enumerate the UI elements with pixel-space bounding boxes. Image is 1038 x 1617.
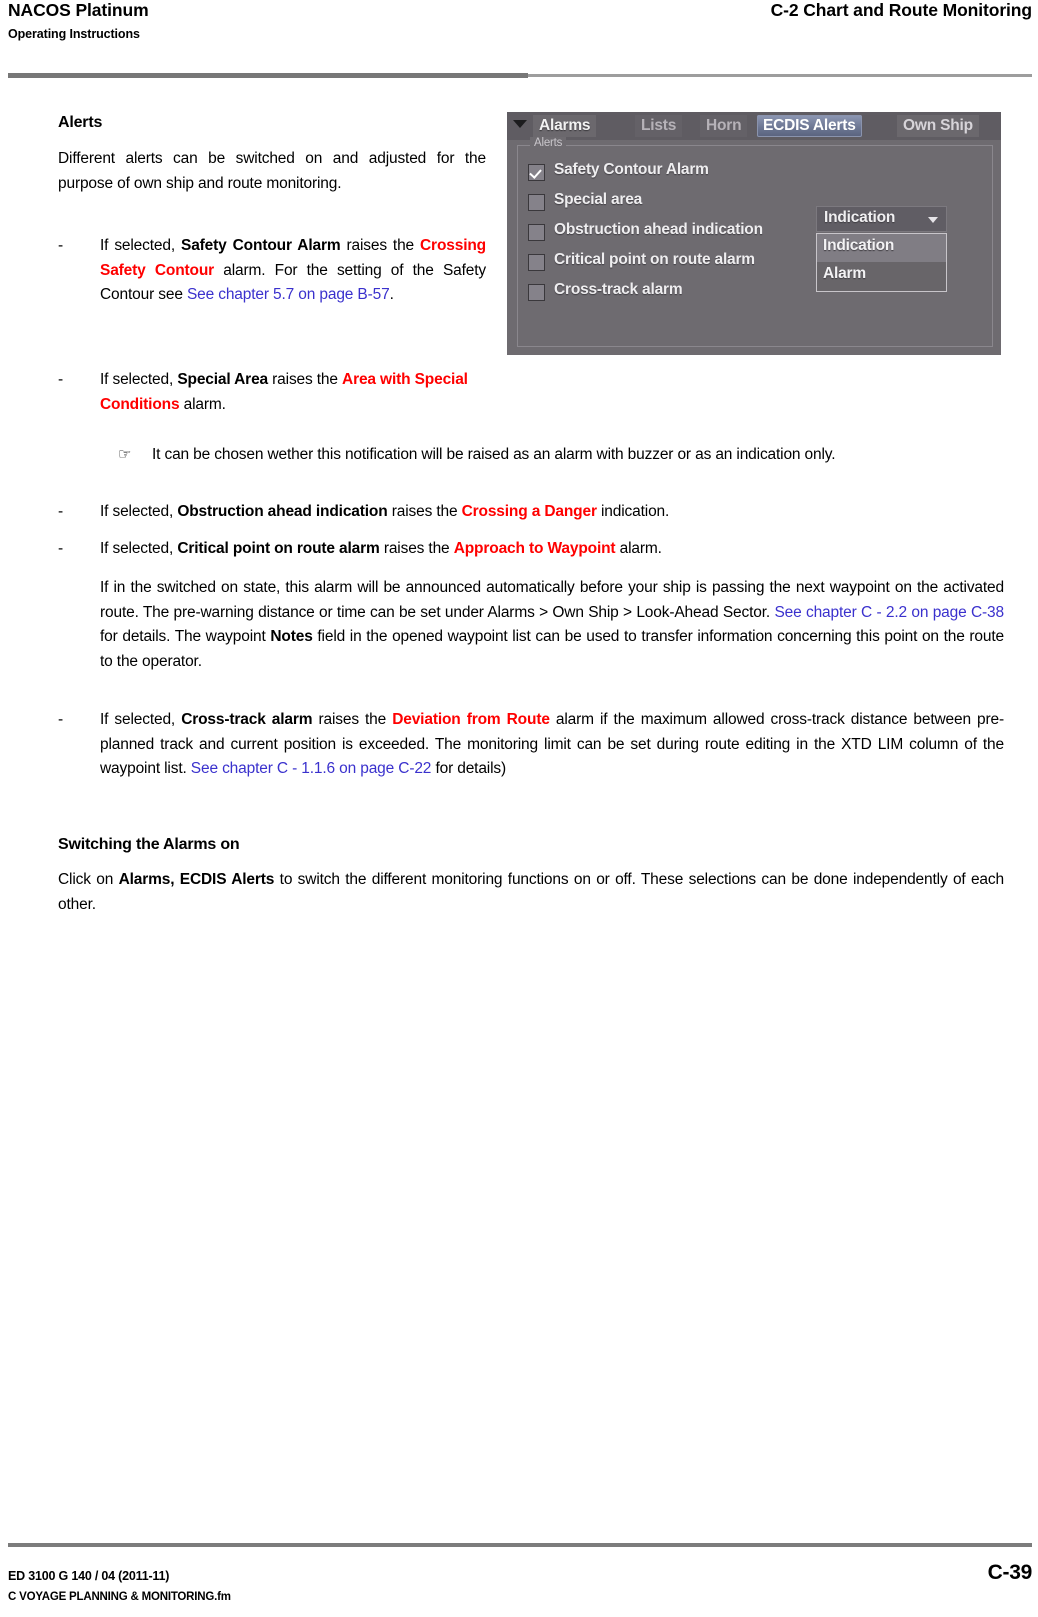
bullet3-text-2: raises the bbox=[387, 503, 462, 520]
switching-term-alarms-ecdis-alerts: Alarms, ECDIS Alerts bbox=[118, 871, 275, 888]
dropdown-arrow-icon[interactable] bbox=[513, 120, 527, 128]
bullet-marker: - bbox=[58, 503, 64, 520]
page-number: C-39 bbox=[987, 1561, 1033, 1584]
bullet3-text-1: If selected, bbox=[100, 503, 178, 520]
bullet-marker: - bbox=[58, 540, 64, 557]
dropdown-option-indication[interactable]: Indication bbox=[817, 234, 946, 262]
screenshot-tab-bar: Alarms Lists Horn ECDIS Alerts Own Ship bbox=[507, 112, 1001, 140]
waypoint-term-notes: Notes bbox=[270, 628, 313, 645]
pointing-hand-icon: ☞ bbox=[118, 446, 132, 463]
bullet2-term-special-area: Special Area bbox=[177, 371, 269, 388]
checkbox-safety-contour-alarm[interactable] bbox=[528, 164, 545, 181]
document-id: ED 3100 G 140 / 04 (2011-11) bbox=[8, 1569, 170, 1583]
bullet1-text-1: If selected, bbox=[100, 237, 182, 254]
footer-divider bbox=[8, 1543, 1032, 1547]
checkbox-label-safety-contour-alarm: Safety Contour Alarm bbox=[554, 161, 709, 178]
switching-text-1: Click on bbox=[58, 871, 119, 888]
checkbox-cross-track-alarm[interactable] bbox=[528, 284, 545, 301]
bullet-item-obstruction-ahead: If selected, Obstruction ahead indicatio… bbox=[100, 500, 1004, 525]
intro-paragraph: Different alerts can be switched on and … bbox=[58, 150, 486, 192]
page-footer: ED 3100 G 140 / 04 (2011-11) C VOYAGE PL… bbox=[0, 1527, 1038, 1617]
document-subtitle: Operating Instructions bbox=[8, 27, 140, 41]
bullet2-text-1: If selected, bbox=[100, 371, 178, 388]
bullet5-alarm-deviation-from-route: Deviation from Route bbox=[392, 711, 550, 728]
bullet3-text-3: indication. bbox=[596, 503, 670, 520]
header-divider-dark-segment bbox=[8, 73, 528, 78]
alerts-group-legend: Alerts bbox=[530, 137, 567, 149]
bullet1-xref-chapter-5-7[interactable]: See chapter 5.7 on page B-57 bbox=[187, 286, 390, 303]
dropdown-option-alarm[interactable]: Alarm bbox=[817, 262, 946, 290]
ecdis-alerts-screenshot: Alarms Lists Horn ECDIS Alerts Own Ship … bbox=[507, 112, 1001, 355]
indication-dropdown[interactable]: Indication bbox=[816, 206, 947, 232]
bullet5-term-cross-track-alarm: Cross-track alarm bbox=[181, 711, 313, 728]
bullet1-text-4: . bbox=[389, 286, 394, 303]
bullet4-alarm-approach-to-waypoint: Approach to Waypoint bbox=[453, 540, 616, 557]
chevron-down-icon[interactable] bbox=[928, 217, 938, 223]
bullet5-xref-chapter-c-1-1-6[interactable]: See chapter C - 1.1.6 on page C-22 bbox=[191, 760, 432, 777]
bullet2-text-3: alarm. bbox=[179, 395, 226, 413]
paragraph-switching-alarms: Click on Alarms, ECDIS Alerts to switch … bbox=[58, 868, 1004, 917]
checkbox-special-area[interactable] bbox=[528, 194, 545, 211]
checkbox-label-special-area: Special area bbox=[554, 191, 643, 208]
checkbox-label-critical-point-on-route-alarm: Critical point on route alarm bbox=[554, 251, 755, 268]
bullet5-text-4: for details) bbox=[431, 760, 506, 777]
checkbox-critical-point-on-route-alarm[interactable] bbox=[528, 254, 545, 271]
bullet-item-special-area: If selected, Special Area raises the Are… bbox=[100, 368, 500, 417]
header-divider bbox=[8, 73, 1032, 78]
bullet-marker: - bbox=[58, 371, 64, 388]
bullet4-text-3: alarm. bbox=[615, 540, 662, 557]
switching-alarms-heading: Switching the Alarms on bbox=[58, 836, 240, 853]
bullet-item-critical-point: If selected, Critical point on route ala… bbox=[100, 537, 1004, 562]
bullet1-term-safety-contour-alarm: Safety Contour Alarm bbox=[181, 237, 341, 254]
checkbox-label-obstruction-ahead-indication: Obstruction ahead indication bbox=[554, 221, 763, 238]
bullet5-text-2: raises the bbox=[312, 711, 393, 728]
bullet1-text-2: raises the bbox=[340, 237, 421, 254]
bullet4-text-2: raises the bbox=[379, 540, 454, 557]
header-divider-light-segment bbox=[528, 74, 1032, 77]
tab-lists[interactable]: Lists bbox=[635, 115, 683, 137]
tab-alarms[interactable]: Alarms bbox=[533, 115, 597, 137]
bullet-item-cross-track-alarm: If selected, Cross-track alarm raises th… bbox=[100, 708, 1004, 782]
checkbox-label-cross-track-alarm: Cross-track alarm bbox=[554, 281, 683, 298]
note-indication-or-alarm: It can be chosen wether this notificatio… bbox=[152, 446, 836, 463]
chapter-title: C-2 Chart and Route Monitoring bbox=[770, 0, 1033, 20]
bullet-marker: - bbox=[58, 237, 64, 254]
bullet4-text-1: If selected, bbox=[100, 540, 178, 557]
bullet4-term-critical-point-on-route-alarm: Critical point on route alarm bbox=[177, 540, 380, 557]
bullet-item-safety-contour: If selected, Safety Contour Alarm raises… bbox=[100, 234, 486, 308]
alerts-heading: Alerts bbox=[58, 114, 103, 131]
bullet3-term-obstruction-ahead-indication: Obstruction ahead indication bbox=[177, 503, 388, 520]
waypoint-xref-chapter-c-2-2[interactable]: See chapter C - 2.2 on page C-38 bbox=[774, 604, 1004, 621]
waypoint-text-2: for details. The waypoint bbox=[100, 628, 271, 645]
product-title: NACOS Platinum bbox=[8, 0, 149, 20]
checkbox-obstruction-ahead-indication[interactable] bbox=[528, 224, 545, 241]
tab-own-ship[interactable]: Own Ship bbox=[897, 115, 979, 137]
paragraph-waypoint-details: If in the switched on state, this alarm … bbox=[100, 576, 1004, 674]
page-header: NACOS Platinum Operating Instructions C-… bbox=[0, 0, 1038, 80]
bullet2-text-2: raises the bbox=[268, 371, 343, 388]
source-file-name: C VOYAGE PLANNING & MONITORING.fm bbox=[8, 1591, 231, 1603]
alerts-group-box: Alerts Safety Contour Alarm Special area… bbox=[517, 137, 993, 347]
tab-ecdis-alerts[interactable]: ECDIS Alerts bbox=[757, 115, 862, 137]
indication-dropdown-options[interactable]: Indication Alarm bbox=[816, 233, 947, 292]
indication-dropdown-value: Indication bbox=[824, 209, 896, 226]
bullet3-alarm-crossing-a-danger: Crossing a Danger bbox=[461, 503, 597, 520]
bullet-marker: - bbox=[58, 711, 64, 728]
bullet5-text-1: If selected, bbox=[100, 711, 182, 728]
tab-horn[interactable]: Horn bbox=[700, 115, 748, 137]
